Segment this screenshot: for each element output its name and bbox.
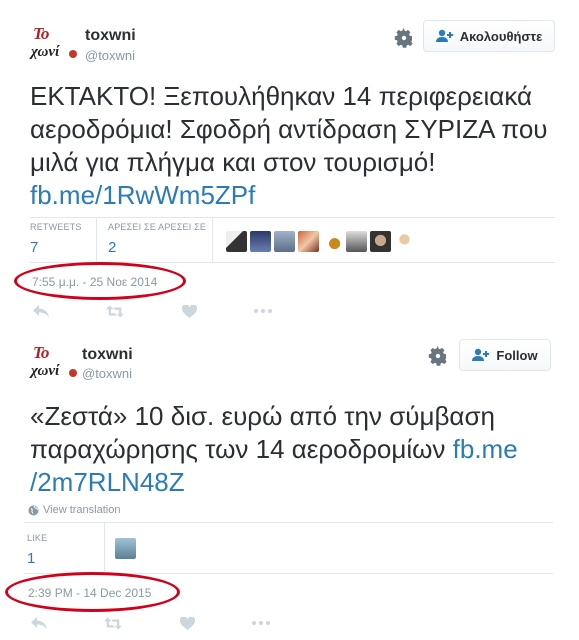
author-name[interactable]: toxwni <box>82 346 133 364</box>
avatar-logo-text-bottom: χωνί <box>31 44 60 60</box>
globe-icon <box>28 505 39 515</box>
likes-stat[interactable]: LIKE 1 <box>27 533 47 567</box>
author-handle[interactable]: @toxwni <box>85 48 135 63</box>
follow-person-plus-icon <box>435 29 453 42</box>
tweet-link-part2[interactable]: /2m7RLN48Z <box>30 467 185 497</box>
highlight-ellipse <box>5 572 180 612</box>
avatar[interactable]: Το χωνί <box>31 343 77 383</box>
retweets-count: 7 <box>30 239 39 256</box>
avatar-logo-text-top: Το <box>33 24 49 43</box>
liker-avatars <box>115 538 136 559</box>
like-heart-icon[interactable] <box>178 616 196 630</box>
stats-divider <box>212 218 213 262</box>
liker-avatar[interactable] <box>346 231 367 252</box>
tweet-1: Το χωνί toxwni @toxwni Ακολουθήστε ΕΚΤΑΚ… <box>0 0 579 322</box>
liker-avatars <box>226 231 415 252</box>
liker-avatar[interactable] <box>250 231 271 252</box>
likes-count: 1 <box>27 550 36 567</box>
gear-icon[interactable] <box>428 346 448 366</box>
tweet-actions <box>30 616 326 630</box>
gear-icon[interactable] <box>394 28 414 48</box>
avatar[interactable]: Το χωνί <box>31 24 77 64</box>
follow-person-plus-icon <box>472 348 490 361</box>
retweet-icon[interactable] <box>104 616 122 630</box>
author-name[interactable]: toxwni <box>85 27 136 45</box>
tweet-body: ΕΚΤΑΚΤΟ! Ξεπουλήθηκαν 14 περιφερειακά αε… <box>30 81 548 177</box>
follow-button-label: Follow <box>496 347 538 363</box>
liker-avatar[interactable] <box>274 231 295 252</box>
tweet-link[interactable]: fb.me/1RwWm5ZPf <box>30 180 255 210</box>
likes-label: ΑΡΕΣΕΙ ΣΕ ΑΡΕΣΕΙ ΣΕ <box>108 222 207 232</box>
liker-avatar[interactable] <box>298 231 319 252</box>
retweets-stat[interactable]: RETWEETS 7 <box>30 222 82 256</box>
liker-avatar[interactable] <box>115 538 136 559</box>
follow-button[interactable]: Follow <box>459 339 551 371</box>
likes-label: LIKE <box>27 533 48 543</box>
follow-button-label: Ακολουθήστε <box>459 28 543 44</box>
liker-avatar[interactable] <box>226 231 247 252</box>
tweet-stats: RETWEETS 7 ΑΡΕΣΕΙ ΣΕ ΑΡΕΣΕΙ ΣΕ 2 <box>30 217 555 263</box>
reply-icon[interactable] <box>30 616 48 630</box>
view-translation-label: View translation <box>43 504 121 516</box>
more-icon[interactable] <box>252 616 270 630</box>
view-translation[interactable]: View translation <box>28 504 120 516</box>
retweets-label: RETWEETS <box>30 222 82 232</box>
highlight-ellipse <box>14 262 186 300</box>
reply-icon[interactable] <box>32 304 50 318</box>
avatar-logo-text-bottom: χωνί <box>31 363 60 379</box>
tweet-text: «Ζεστά» 10 δισ. ευρώ από την σύμβαση παρ… <box>30 400 560 499</box>
tweet-actions <box>32 304 328 318</box>
likes-count: 2 <box>108 239 117 256</box>
liker-avatar[interactable] <box>370 231 391 252</box>
stats-divider <box>96 218 97 262</box>
avatar-logo-text-top: Το <box>33 343 49 362</box>
liker-avatar[interactable] <box>322 231 343 252</box>
like-heart-icon[interactable] <box>180 304 198 318</box>
retweet-icon[interactable] <box>106 304 124 318</box>
tweet-text: ΕΚΤΑΚΤΟ! Ξεπουλήθηκαν 14 περιφερειακά αε… <box>30 80 560 212</box>
avatar-logo-dot <box>69 50 77 58</box>
tweet-stats: LIKE 1 <box>24 522 553 574</box>
more-icon[interactable] <box>254 304 272 318</box>
tweet-link-part1[interactable]: fb.me <box>453 434 518 464</box>
stats-divider <box>104 523 105 573</box>
likes-stat[interactable]: ΑΡΕΣΕΙ ΣΕ ΑΡΕΣΕΙ ΣΕ 2 <box>108 222 206 256</box>
tweet-body-line1: «Ζεστά» 10 δισ. ευρώ από την σύμβαση <box>30 401 495 431</box>
follow-button[interactable]: Ακολουθήστε <box>423 20 555 52</box>
liker-avatar[interactable] <box>394 231 415 252</box>
avatar-logo-dot <box>69 369 77 377</box>
author-handle[interactable]: @toxwni <box>82 366 132 381</box>
tweet-body-line2: παραχώρησης των 14 αεροδρομίων <box>30 434 446 464</box>
tweet-2: Το χωνί toxwni @toxwni Follow «Ζεστά» 10… <box>0 322 579 640</box>
